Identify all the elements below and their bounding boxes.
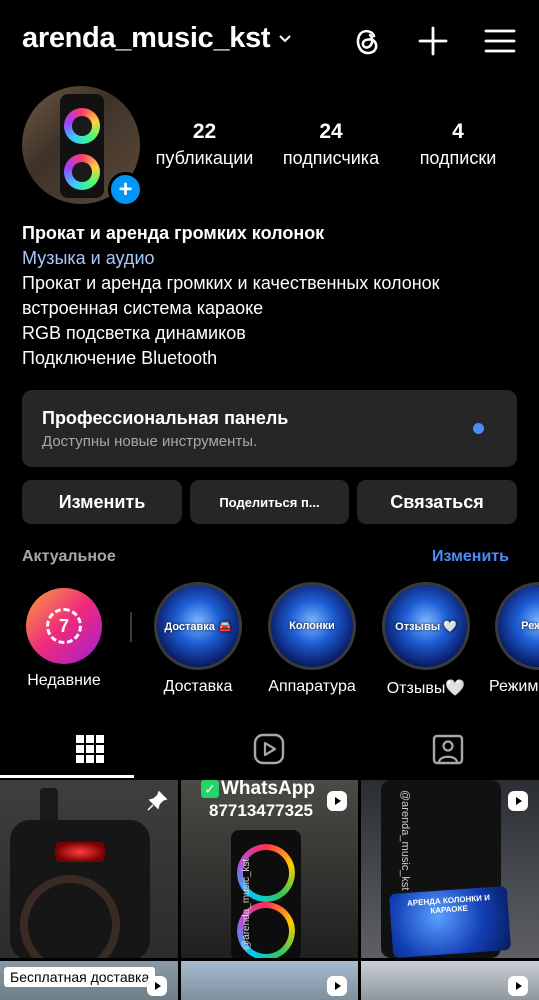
highlight-label: Доставка — [163, 678, 233, 695]
following-count[interactable]: 4 подписки — [406, 120, 510, 169]
bio-line: Подключение Bluetooth — [22, 348, 218, 368]
profile-name: Прокат и аренда громких колонок — [22, 223, 325, 243]
grid-icon[interactable] — [73, 732, 107, 766]
business-card: АРЕНДА КОЛОНКИ И КАРАОКЕ — [388, 885, 512, 958]
reel-indicator-icon — [508, 791, 528, 811]
post-whatsapp-text: ✓ WhatsApp — [201, 780, 315, 800]
post-phone-number: 87713477325 — [209, 801, 314, 820]
recent-story-circle: 7 — [26, 588, 102, 664]
highlight-label: Режим — [489, 678, 539, 695]
add-story-button[interactable]: + — [108, 172, 143, 207]
posts-count[interactable]: 22 публикации — [148, 120, 261, 169]
highlight-cover-text: Отзывы 🤍 — [395, 620, 457, 633]
divider — [130, 612, 132, 642]
post-thumbnail[interactable]: @arenda_music_kst АРЕНДА КОЛОНКИ И КАРАО… — [361, 780, 539, 958]
highlight-cover-text: Доставка 🚘 — [164, 620, 232, 633]
highlights-title: Актуальное — [22, 548, 116, 565]
pro-panel-subtitle: Доступны новые инструменты. — [42, 433, 258, 450]
bio-line: RGB подсветка динамиков — [22, 323, 246, 343]
share-profile-button[interactable]: Поделиться п... — [190, 480, 349, 524]
post-thumbnail[interactable] — [181, 961, 358, 1000]
whatsapp-label: WhatsApp — [221, 780, 315, 799]
notification-dot — [473, 423, 484, 434]
stat-value: 22 — [192, 120, 217, 143]
post-overlay-text: Бесплатная доставка — [4, 967, 156, 987]
tagged-icon[interactable] — [431, 732, 465, 766]
highlight-cover-text: Колонки — [289, 620, 335, 632]
menu-icon[interactable] — [483, 24, 517, 58]
username: arenda_music_kst — [22, 22, 271, 54]
threads-icon[interactable] — [350, 24, 384, 58]
stat-label: публикации — [155, 148, 254, 168]
posts-grid: ✓ WhatsApp 87713477325 @arenda_music_kst … — [0, 780, 539, 1000]
bio: Прокат и аренда громких колонок Музыка и… — [22, 221, 522, 371]
reel-indicator-icon — [327, 976, 347, 996]
chevron-down-icon — [279, 34, 292, 42]
highlight-cover-text: Режим — [521, 620, 539, 632]
post-thumbnail[interactable] — [361, 961, 539, 1000]
pro-panel-title: Профессиональная панель — [42, 408, 289, 428]
edit-profile-button[interactable]: Изменить — [22, 480, 182, 524]
stat-value: 4 — [452, 120, 464, 143]
profile-tabs — [0, 722, 539, 780]
post-thumbnail[interactable] — [0, 780, 178, 958]
profile-category[interactable]: Музыка и аудио — [22, 246, 522, 271]
highlight-label: Аппаратура — [268, 678, 356, 695]
stat-value: 24 — [319, 120, 343, 143]
reels-icon[interactable] — [252, 732, 286, 766]
speaker-image — [60, 94, 104, 198]
highlight-item[interactable]: Отзывы 🤍 Отзывы🤍 — [382, 582, 470, 698]
post-watermark: @arenda_music_kst — [241, 858, 252, 950]
card-title: АРЕНДА КОЛОНКИ И КАРАОКЕ — [406, 893, 491, 916]
reel-indicator-icon — [327, 791, 347, 811]
recent-count: 7 — [46, 608, 82, 644]
highlight-label: Недавние — [27, 672, 101, 689]
highlight-label: Отзывы🤍 — [386, 680, 466, 697]
top-bar: arenda_music_kst — [0, 0, 539, 84]
post-thumbnail[interactable]: ✓ WhatsApp 87713477325 @arenda_music_kst — [181, 780, 358, 958]
followers-count[interactable]: 24 подписчика — [272, 120, 390, 169]
bio-line: встроенная система караоке — [22, 298, 264, 318]
account-switcher[interactable]: arenda_music_kst — [22, 22, 292, 55]
highlight-item[interactable]: Режим Режим — [489, 582, 539, 696]
post-thumbnail[interactable]: Бесплатная доставка — [0, 961, 178, 1000]
stat-label: подписчика — [282, 148, 380, 168]
reel-indicator-icon — [508, 976, 528, 996]
post-watermark: @arenda_music_kst — [399, 790, 411, 891]
highlight-item[interactable]: Доставка 🚘 Доставка — [154, 582, 242, 696]
reel-indicator-icon — [147, 976, 167, 996]
bio-line: Прокат и аренда громких и качественных к… — [22, 273, 440, 293]
highlight-recent[interactable]: 7 Недавние — [22, 582, 106, 690]
pin-icon — [147, 790, 168, 811]
contact-button[interactable]: Связаться — [357, 480, 517, 524]
edit-highlights-link[interactable]: Изменить — [432, 548, 509, 566]
highlight-item[interactable]: Колонки Аппаратура — [264, 582, 360, 696]
professional-dashboard[interactable]: Профессиональная панель Доступны новые и… — [22, 390, 517, 467]
stat-label: подписки — [419, 148, 497, 168]
active-tab-indicator — [0, 775, 134, 778]
plus-icon[interactable] — [416, 24, 450, 58]
